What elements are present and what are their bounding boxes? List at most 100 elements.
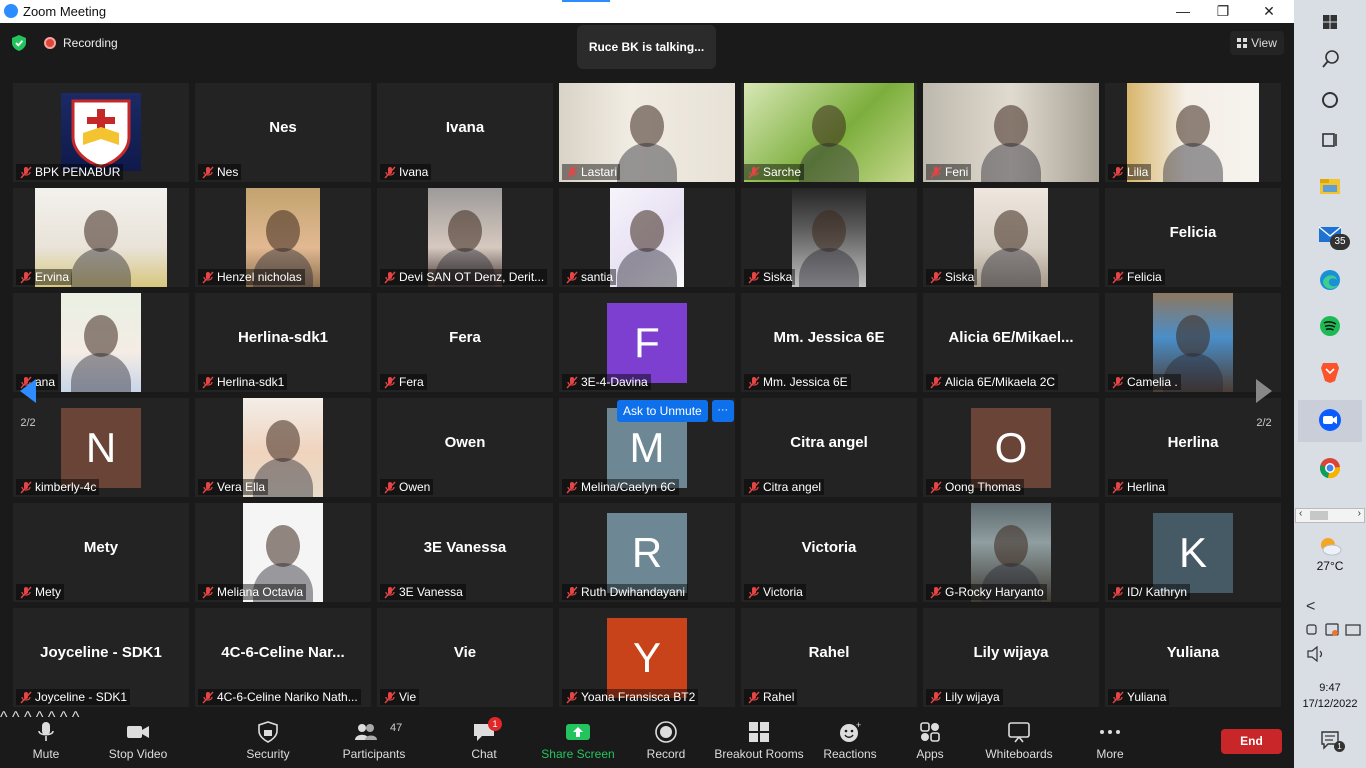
participant-tile[interactable]: K ID/ Kathryn — [1105, 503, 1281, 602]
participant-tile[interactable]: Felicia Felicia — [1105, 188, 1281, 287]
file-explorer-icon[interactable] — [1314, 170, 1346, 202]
participant-tile[interactable]: Lilia — [1105, 83, 1281, 182]
mute-button[interactable]: Mute — [18, 709, 74, 768]
participant-name: Vie — [399, 690, 417, 704]
search-icon[interactable] — [1314, 44, 1346, 76]
whiteboard-icon — [1008, 722, 1030, 743]
scroll-thumb[interactable] — [1310, 511, 1328, 520]
participant-tile[interactable]: Mety Mety — [13, 503, 189, 602]
participant-tile[interactable]: Meliana Octavia — [195, 503, 371, 602]
participant-tile[interactable]: Lastari — [559, 83, 735, 182]
scroll-right-icon[interactable]: › — [1358, 508, 1361, 519]
minimize-button[interactable]: — — [1161, 0, 1205, 23]
tray-icons[interactable] — [1306, 622, 1362, 638]
participant-tile[interactable]: Fera Fera — [377, 293, 553, 392]
participant-name-label: Fera — [380, 374, 427, 390]
participant-tile[interactable]: santia — [559, 188, 735, 287]
brave-browser-icon[interactable] — [1314, 356, 1346, 388]
participant-tile[interactable]: G-Rocky Haryanto — [923, 503, 1099, 602]
participant-tile[interactable]: Victoria Victoria — [741, 503, 917, 602]
participant-tile[interactable]: Joyceline - SDK1 Joyceline - SDK1 — [13, 608, 189, 707]
participant-tile[interactable]: Lily wijaya Lily wijaya — [923, 608, 1099, 707]
chrome-browser-icon[interactable] — [1314, 452, 1346, 484]
participant-tile[interactable]: Alicia 6E/Mikael... Alicia 6E/Mikaela 2C — [923, 293, 1099, 392]
ask-to-unmute-button[interactable]: Ask to Unmute — [617, 400, 708, 422]
share-screen-button[interactable]: Share Screen — [540, 709, 616, 768]
muted-mic-icon — [20, 691, 32, 704]
breakout-rooms-button[interactable]: Breakout Rooms — [713, 709, 805, 768]
weather-widget[interactable]: 27°C — [1294, 536, 1366, 573]
participant-tile[interactable]: Ervina — [13, 188, 189, 287]
shield-icon[interactable] — [12, 35, 26, 51]
tile-more-button[interactable]: ··· — [711, 400, 734, 422]
record-label: Record — [646, 747, 686, 761]
end-meeting-button[interactable]: End — [1221, 729, 1282, 754]
spotify-icon[interactable] — [1314, 310, 1346, 342]
scroll-left-icon[interactable]: ‹ — [1299, 508, 1302, 519]
participant-tile[interactable]: Owen Owen — [377, 398, 553, 497]
reactions-button[interactable]: + Reactions — [820, 709, 880, 768]
windows-start-icon[interactable] — [1314, 6, 1346, 38]
view-button[interactable]: View — [1230, 31, 1284, 55]
more-button[interactable]: More — [1088, 709, 1132, 768]
participant-tile[interactable]: Devi SAN OT Denz, Derit... — [377, 188, 553, 287]
muted-mic-icon — [202, 166, 214, 179]
task-view-icon[interactable] — [1314, 124, 1346, 156]
system-clock[interactable]: 9:47 17/12/2022 — [1294, 680, 1366, 712]
recording-label: Recording — [63, 36, 118, 50]
chat-label: Chat — [471, 747, 497, 761]
muted-mic-icon — [20, 481, 32, 494]
page-next[interactable]: 2/2 — [1249, 373, 1279, 463]
stop-video-button[interactable]: Stop Video — [104, 709, 172, 768]
edge-browser-icon[interactable] — [1314, 264, 1346, 296]
close-button[interactable]: ✕ — [1247, 0, 1291, 23]
participant-tile[interactable]: F 3E-4-Davina — [559, 293, 735, 392]
participant-tile[interactable]: Nes Nes — [195, 83, 371, 182]
whiteboards-label: Whiteboards — [985, 747, 1053, 761]
participant-tile[interactable]: Ivana Ivana — [377, 83, 553, 182]
page-prev[interactable]: 2/2 — [13, 373, 43, 463]
tray-scrollbar[interactable]: ‹ › — [1295, 508, 1365, 523]
participant-name: Henzel nicholas — [217, 270, 302, 284]
participant-tile[interactable]: Feni — [923, 83, 1099, 182]
participants-button[interactable]: 47 Participants — [340, 709, 408, 768]
participants-label: Participants — [342, 747, 406, 761]
participant-tile[interactable]: Sarche — [741, 83, 917, 182]
participant-avatar: N — [61, 408, 141, 488]
muted-mic-icon — [748, 271, 760, 284]
participant-tile[interactable]: Mm. Jessica 6E Mm. Jessica 6E — [741, 293, 917, 392]
muted-mic-icon — [748, 376, 760, 389]
mute-options-caret[interactable]: ^ — [0, 709, 8, 726]
participant-tile[interactable]: Vera Ella — [195, 398, 371, 497]
tray-chevron-icon[interactable]: < — [1306, 598, 1315, 616]
participant-tile[interactable]: Siska — [741, 188, 917, 287]
security-button[interactable]: Security — [240, 709, 296, 768]
arrow-left-icon — [20, 379, 36, 403]
participant-tile[interactable]: Herlina-sdk1 Herlina-sdk1 — [195, 293, 371, 392]
participant-tile[interactable]: Rahel Rahel — [741, 608, 917, 707]
participant-name-label: Sarche — [744, 164, 805, 180]
participant-tile[interactable]: Vie Vie — [377, 608, 553, 707]
zoom-app-icon[interactable] — [1314, 404, 1346, 436]
participant-tile[interactable]: Siska — [923, 188, 1099, 287]
participant-tile[interactable]: 3E Vanessa 3E Vanessa — [377, 503, 553, 602]
participant-tile[interactable]: Y Yoana Fransisca BT2 — [559, 608, 735, 707]
participant-tile[interactable]: Citra angel Citra angel — [741, 398, 917, 497]
chat-button[interactable]: 1 Chat — [460, 709, 508, 768]
participant-name: Siska — [763, 270, 793, 284]
cortana-icon[interactable] — [1314, 84, 1346, 116]
apps-button[interactable]: Apps — [906, 709, 954, 768]
volume-icon[interactable] — [1306, 646, 1326, 662]
participant-tile[interactable]: BPK PENABUR — [13, 83, 189, 182]
participant-name: BPK PENABUR — [35, 165, 121, 179]
participant-tile[interactable]: Henzel nicholas — [195, 188, 371, 287]
muted-mic-icon — [1112, 166, 1124, 179]
participant-tile[interactable]: 4C-6-Celine Nar... 4C-6-Celine Nariko Nat… — [195, 608, 371, 707]
recording-indicator[interactable]: Recording — [44, 36, 118, 50]
whiteboards-button[interactable]: Whiteboards — [980, 709, 1058, 768]
participant-tile[interactable]: R Ruth Dwihandayani — [559, 503, 735, 602]
participant-tile[interactable]: Yuliana Yuliana — [1105, 608, 1281, 707]
maximize-button[interactable]: ❐ — [1201, 0, 1245, 23]
participant-tile[interactable]: O Oong Thomas — [923, 398, 1099, 497]
record-button[interactable]: Record — [640, 709, 692, 768]
